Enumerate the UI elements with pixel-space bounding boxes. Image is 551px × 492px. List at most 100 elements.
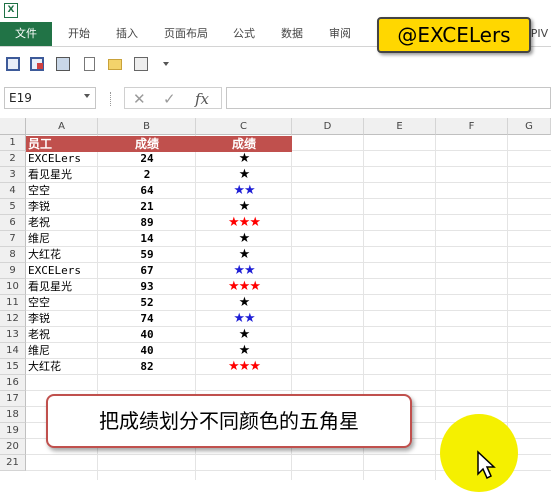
cell-stars[interactable]: ★★★ (196, 279, 292, 295)
cell-employee[interactable]: 大红花 (28, 247, 61, 263)
cell-score[interactable]: 89 (98, 215, 196, 231)
cell-employee[interactable]: 老祝 (28, 327, 50, 343)
cell-employee[interactable]: 维尼 (28, 231, 50, 247)
cell-stars[interactable]: ★★ (196, 311, 292, 327)
row-header[interactable]: 16 (0, 375, 26, 391)
cell-stars[interactable]: ★ (196, 167, 292, 183)
column-header-e[interactable]: E (364, 118, 436, 135)
cell-employee[interactable]: 空空 (28, 183, 50, 199)
splitter-handle[interactable] (110, 92, 113, 106)
save-icon[interactable] (6, 57, 20, 71)
row-header[interactable]: 20 (0, 439, 26, 455)
select-all-corner[interactable] (0, 118, 26, 135)
cell-stars[interactable]: ★ (196, 295, 292, 311)
row-header[interactable]: 17 (0, 391, 26, 407)
cell-score[interactable]: 52 (98, 295, 196, 311)
cell-stars[interactable]: ★★★ (196, 359, 292, 375)
tab-insert[interactable]: 插入 (106, 22, 148, 46)
customize-dropdown-icon[interactable] (163, 62, 169, 66)
tab-home[interactable]: 开始 (58, 22, 100, 46)
cell-stars[interactable]: ★ (196, 199, 292, 215)
cell-score[interactable]: 59 (98, 247, 196, 263)
tab-review[interactable]: 审阅 (320, 22, 360, 46)
row-header[interactable]: 10 (0, 279, 26, 295)
row-header[interactable]: 4 (0, 183, 26, 199)
row-header[interactable]: 1 (0, 135, 26, 151)
cell-employee[interactable]: 空空 (28, 295, 50, 311)
cell-stars[interactable]: ★ (196, 231, 292, 247)
column-header-g[interactable]: G (508, 118, 551, 135)
row-header[interactable]: 7 (0, 231, 26, 247)
tab-formulas[interactable]: 公式 (224, 22, 264, 46)
formula-bar: E19 ✕ ✓ fx (0, 84, 551, 114)
open-folder-icon[interactable] (108, 59, 122, 70)
row-header[interactable]: 11 (0, 295, 26, 311)
cell-employee[interactable]: 李锐 (28, 199, 50, 215)
touch-mode-icon[interactable] (134, 57, 148, 71)
column-header-d[interactable]: D (292, 118, 364, 135)
column-header-f[interactable]: F (436, 118, 508, 135)
cell-score[interactable]: 40 (98, 327, 196, 343)
cell-score[interactable]: 24 (98, 151, 196, 167)
row-header[interactable]: 9 (0, 263, 26, 279)
tab-pivot[interactable]: PIV (528, 22, 551, 46)
column-header-b[interactable]: B (98, 118, 196, 135)
row-header[interactable]: 13 (0, 327, 26, 343)
enter-icon[interactable]: ✓ (163, 90, 176, 108)
cell-employee[interactable]: 看见星光 (28, 167, 72, 183)
tab-data[interactable]: 数据 (272, 22, 312, 46)
cell-score[interactable]: 21 (98, 199, 196, 215)
cell-employee[interactable]: 看见星光 (28, 279, 72, 295)
tab-page-layout[interactable]: 页面布局 (158, 22, 214, 46)
cell-employee[interactable]: 大红花 (28, 359, 61, 375)
cell-employee[interactable]: EXCELers (28, 151, 81, 167)
watermark-badge: @EXCELers (377, 17, 531, 53)
row-header[interactable]: 6 (0, 215, 26, 231)
header-score[interactable]: 成绩 (98, 136, 196, 152)
cell-employee[interactable]: 李锐 (28, 311, 50, 327)
column-header-a[interactable]: A (26, 118, 98, 135)
tab-file[interactable]: 文件 (0, 22, 52, 46)
row-header[interactable]: 5 (0, 199, 26, 215)
cell-stars[interactable]: ★ (196, 327, 292, 343)
cell-score[interactable]: 67 (98, 263, 196, 279)
row-header[interactable]: 3 (0, 167, 26, 183)
callout-text: 把成绩划分不同颜色的五角星 (99, 409, 359, 433)
row-header[interactable]: 8 (0, 247, 26, 263)
row-header[interactable]: 12 (0, 311, 26, 327)
cell-stars[interactable]: ★★ (196, 263, 292, 279)
cancel-icon[interactable]: ✕ (133, 90, 146, 108)
insert-function-icon[interactable]: fx (195, 90, 209, 108)
cell-employee[interactable]: 老祝 (28, 215, 50, 231)
chevron-down-icon[interactable] (84, 94, 90, 98)
cell-stars[interactable]: ★ (196, 247, 292, 263)
row-header[interactable]: 2 (0, 151, 26, 167)
cell-stars[interactable]: ★ (196, 151, 292, 167)
cell-score[interactable]: 64 (98, 183, 196, 199)
row-header[interactable]: 18 (0, 407, 26, 423)
cell-stars[interactable]: ★★★ (196, 215, 292, 231)
cell-score[interactable]: 40 (98, 343, 196, 359)
cell-score[interactable]: 2 (98, 167, 196, 183)
row-header[interactable]: 14 (0, 343, 26, 359)
cell-score[interactable]: 82 (98, 359, 196, 375)
formula-input[interactable] (226, 87, 551, 109)
cell-score[interactable]: 93 (98, 279, 196, 295)
cell-score[interactable]: 14 (98, 231, 196, 247)
row-header[interactable]: 21 (0, 455, 26, 471)
header-stars[interactable]: 成绩 (196, 136, 292, 152)
cell-stars[interactable]: ★★ (196, 183, 292, 199)
new-doc-icon[interactable] (84, 57, 95, 71)
save-as-icon[interactable] (30, 57, 44, 71)
column-header-c[interactable]: C (196, 118, 292, 135)
cell-employee[interactable]: 维尼 (28, 343, 50, 359)
row-header[interactable]: 19 (0, 423, 26, 439)
cell-score[interactable]: 74 (98, 311, 196, 327)
callout-box: 把成绩划分不同颜色的五角星 (46, 394, 412, 448)
name-box[interactable]: E19 (4, 87, 96, 109)
print-preview-icon[interactable] (56, 57, 70, 71)
row-header[interactable]: 15 (0, 359, 26, 375)
cell-employee[interactable]: EXCELers (28, 263, 81, 279)
header-employee[interactable]: 员工 (28, 136, 52, 152)
cell-stars[interactable]: ★ (196, 343, 292, 359)
